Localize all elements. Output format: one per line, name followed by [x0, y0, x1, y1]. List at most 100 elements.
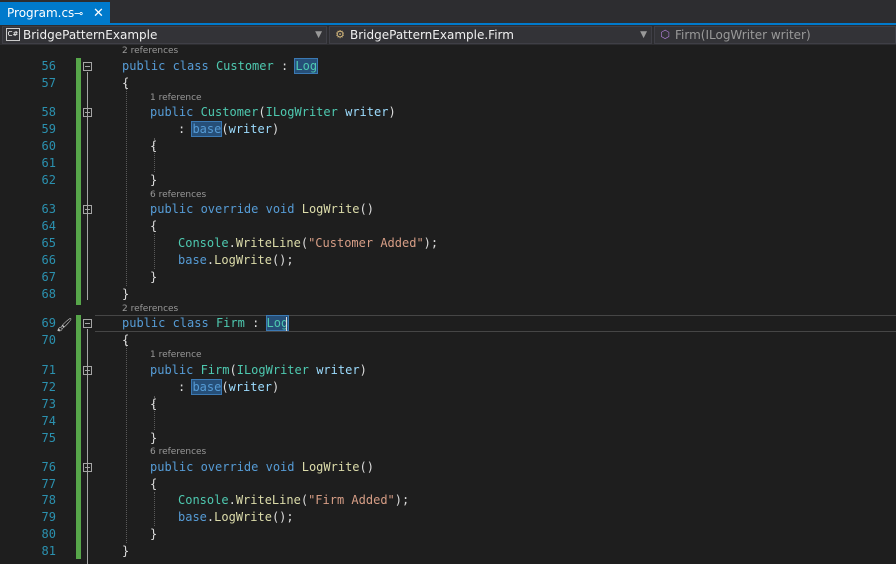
code-line[interactable]: public override void LogWrite(): [150, 459, 374, 476]
collapse-toggle-icon[interactable]: [83, 366, 92, 375]
code-line[interactable]: : base(writer): [178, 379, 279, 396]
collapse-toggle-icon[interactable]: [83, 205, 92, 214]
code-line[interactable]: public Customer(ILogWriter writer): [150, 104, 396, 121]
code-token: LogWrite: [214, 253, 272, 267]
code-line[interactable]: public Firm(ILogWriter writer): [150, 362, 367, 379]
codelens-references[interactable]: 2 references: [122, 304, 178, 315]
code-token: void: [265, 460, 302, 474]
code-token: {: [150, 139, 158, 153]
code-line[interactable]: {: [150, 138, 157, 155]
code-line[interactable]: base.LogWrite();: [178, 252, 294, 269]
code-token: writer: [316, 363, 360, 377]
code-line[interactable]: Console.WriteLine("Customer Added");: [178, 235, 438, 252]
code-line[interactable]: public override void LogWrite(): [150, 201, 374, 218]
pin-icon[interactable]: ⊸: [74, 2, 83, 25]
code-token: (): [359, 202, 374, 216]
codelens-references[interactable]: 2 references: [122, 46, 178, 57]
line-number: 70: [41, 333, 56, 347]
code-line[interactable]: }: [150, 269, 157, 286]
line-number: 81: [41, 544, 56, 558]
indent-guide: [126, 341, 127, 543]
code-token: void: [265, 202, 302, 216]
codelens-references[interactable]: 1 reference: [150, 93, 202, 104]
type-dropdown[interactable]: ⚙ BridgePatternExample.Firm ▼: [329, 26, 652, 44]
codelens-references[interactable]: 6 references: [150, 447, 206, 458]
code-line[interactable]: }: [122, 286, 129, 303]
tab-label: Program.cs: [7, 6, 75, 20]
code-line[interactable]: {: [150, 396, 157, 413]
tab-program-cs[interactable]: Program.cs ⊸ ✕: [0, 2, 110, 25]
code-token: ();: [271, 253, 294, 267]
code-line[interactable]: base.LogWrite();: [178, 509, 294, 526]
line-number: 63: [41, 202, 56, 216]
code-token: {: [150, 219, 158, 233]
collapse-toggle-icon[interactable]: [83, 108, 92, 117]
code-token: :: [244, 316, 267, 330]
code-token: override: [200, 202, 266, 216]
code-line[interactable]: }: [150, 430, 157, 447]
dropdown-arrow-icon: ▼: [315, 30, 322, 40]
code-token: base: [178, 253, 207, 267]
collapse-toggle-icon[interactable]: [83, 62, 92, 71]
code-line[interactable]: public class Customer : Log: [122, 58, 319, 75]
line-number: 80: [41, 527, 56, 541]
code-line[interactable]: Console.WriteLine("Firm Added");: [178, 492, 409, 509]
class-icon: ⚙: [335, 28, 345, 41]
code-token: }: [122, 544, 130, 558]
code-token: base: [191, 379, 223, 395]
code-line[interactable]: }: [150, 526, 157, 543]
code-line[interactable]: : base(writer): [178, 121, 279, 138]
code-token: );: [394, 493, 410, 507]
code-line[interactable]: {: [150, 476, 157, 493]
code-token: (: [221, 380, 229, 394]
project-dropdown[interactable]: C# BridgePatternExample ▼: [2, 26, 327, 44]
line-number: 79: [41, 510, 56, 524]
code-token: class: [172, 59, 216, 73]
code-token: .: [228, 493, 236, 507]
line-number: 71: [41, 363, 56, 377]
csharp-project-icon: C#: [6, 28, 20, 41]
code-line[interactable]: }: [122, 543, 129, 560]
code-token: override: [200, 460, 266, 474]
code-token: ): [271, 122, 280, 136]
document-tab-strip: Program.cs ⊸ ✕: [0, 0, 896, 25]
code-token: writer: [228, 122, 272, 136]
code-line[interactable]: }: [150, 172, 157, 189]
code-token: ();: [271, 510, 294, 524]
line-number: 74: [41, 414, 56, 428]
codelens-references[interactable]: 6 references: [150, 190, 206, 201]
code-token: WriteLine: [235, 493, 301, 507]
code-editor[interactable]: 2 references 1 reference 6 references 2 ref…: [0, 45, 896, 564]
code-token: :: [273, 59, 296, 73]
code-line[interactable]: {: [122, 332, 129, 349]
code-token: .: [228, 236, 236, 250]
line-number: 76: [41, 460, 56, 474]
line-number: 67: [41, 270, 56, 284]
line-number: 60: [41, 139, 56, 153]
code-line[interactable]: public class Firm : Log: [122, 315, 290, 332]
code-token: Customer: [200, 105, 259, 119]
code-token: public: [122, 316, 173, 330]
quick-actions-brush-icon[interactable]: 🖌: [56, 318, 73, 333]
collapse-toggle-icon[interactable]: [83, 463, 92, 472]
line-number: 57: [41, 76, 56, 90]
code-token: Firm: [215, 316, 245, 330]
collapse-toggle-icon[interactable]: [83, 319, 92, 328]
outlining-line: [87, 210, 88, 280]
close-icon[interactable]: ✕: [93, 2, 104, 25]
code-token: Console: [178, 493, 229, 507]
codelens-references[interactable]: 1 reference: [150, 350, 202, 361]
outlining-line: [87, 372, 88, 445]
line-number: 77: [41, 477, 56, 491]
line-number: 58: [41, 105, 56, 119]
type-dropdown-label: BridgePatternExample.Firm: [350, 28, 514, 42]
outlining-line: [87, 468, 88, 537]
code-token: (: [300, 236, 309, 250]
code-line[interactable]: {: [150, 218, 157, 235]
line-number: 65: [41, 236, 56, 250]
code-line[interactable]: {: [122, 75, 129, 92]
member-dropdown[interactable]: ⬡ Firm(ILogWriter writer): [654, 26, 896, 44]
code-token: :: [178, 122, 193, 136]
line-number: 61: [41, 156, 56, 170]
code-token: Log: [294, 58, 319, 74]
